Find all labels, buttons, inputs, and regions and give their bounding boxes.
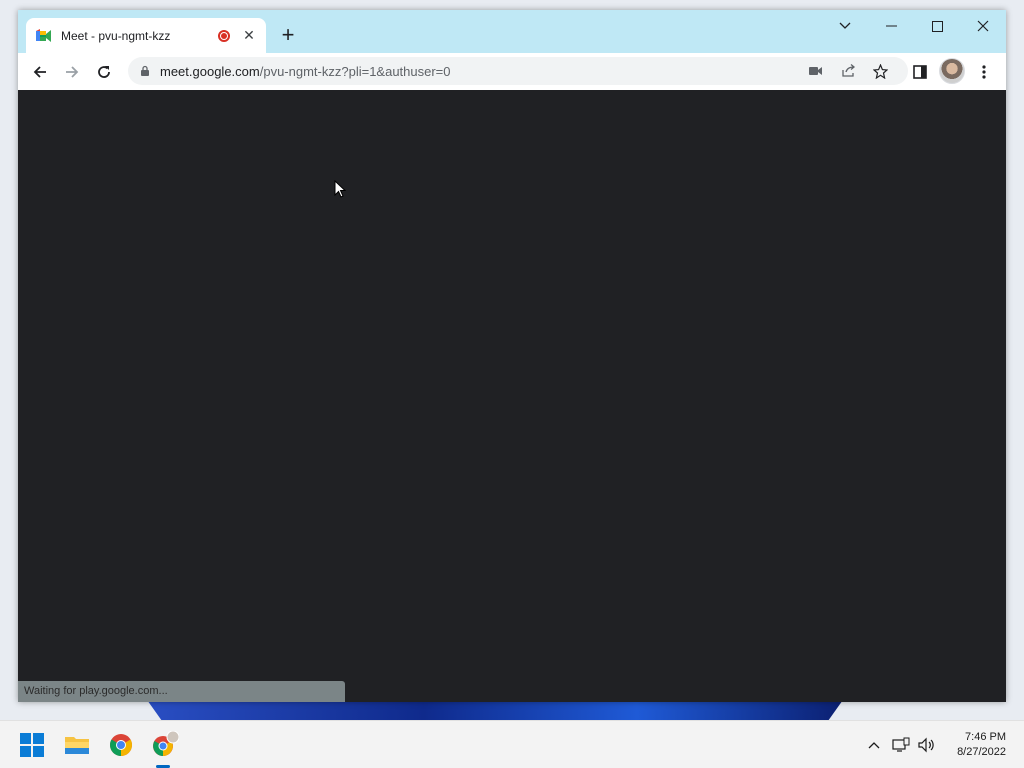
maximize-icon xyxy=(931,20,943,32)
share-icon[interactable] xyxy=(840,63,856,79)
title-bar: Meet - pvu-ngmt-kzz ✕ + xyxy=(18,10,1006,53)
arrow-left-icon xyxy=(33,66,46,78)
side-panel-button[interactable] xyxy=(907,59,933,85)
tab-title: Meet - pvu-ngmt-kzz xyxy=(61,28,171,43)
start-button[interactable] xyxy=(16,729,48,761)
recording-indicator-icon xyxy=(218,29,230,42)
camera-icon[interactable] xyxy=(808,63,824,79)
tab-search-button[interactable] xyxy=(830,16,860,36)
taskbar: 7:46 PM 8/27/2022 xyxy=(0,720,1024,768)
reload-icon xyxy=(98,66,110,78)
chrome-profile-taskbar-button[interactable] xyxy=(149,729,181,768)
side-panel-icon xyxy=(913,65,927,79)
page-content xyxy=(18,90,1006,702)
browser-window: Meet - pvu-ngmt-kzz ✕ + meet.google.com/… xyxy=(18,10,1006,702)
url-text: meet.google.com/pvu-ngmt-kzz?pli=1&authu… xyxy=(160,63,451,79)
browser-toolbar: meet.google.com/pvu-ngmt-kzz?pli=1&authu… xyxy=(18,53,1006,90)
chrome-profile-icon xyxy=(153,731,179,756)
minimize-button[interactable] xyxy=(876,16,906,36)
chrome-taskbar-button[interactable] xyxy=(105,729,137,761)
minimize-icon xyxy=(885,25,897,27)
maximize-button[interactable] xyxy=(922,16,952,36)
kebab-menu-icon xyxy=(982,65,986,79)
show-hidden-icons-button[interactable] xyxy=(864,735,884,755)
folder-icon xyxy=(65,737,89,754)
bookmark-star-icon[interactable] xyxy=(872,63,888,79)
arrow-right-icon xyxy=(66,66,79,78)
clock-date: 8/27/2022 xyxy=(957,746,1006,758)
status-bar: Waiting for play.google.com... xyxy=(18,681,345,702)
tab-close-icon[interactable]: ✕ xyxy=(242,27,256,44)
speaker-icon xyxy=(918,737,934,753)
back-button[interactable] xyxy=(27,59,53,85)
network-button[interactable] xyxy=(891,735,911,755)
profile-avatar[interactable] xyxy=(939,58,965,84)
volume-button[interactable] xyxy=(917,735,937,755)
reload-button[interactable] xyxy=(91,59,117,85)
tab-meet[interactable]: Meet - pvu-ngmt-kzz ✕ xyxy=(26,18,266,53)
new-tab-button[interactable]: + xyxy=(276,24,300,48)
close-icon xyxy=(977,20,989,32)
lock-icon xyxy=(141,65,149,76)
google-meet-icon xyxy=(36,28,52,43)
mouse-cursor-icon xyxy=(334,180,346,198)
file-explorer-button[interactable] xyxy=(61,729,93,761)
address-bar[interactable]: meet.google.com/pvu-ngmt-kzz?pli=1&authu… xyxy=(128,57,908,85)
network-icon xyxy=(892,737,910,752)
clock-time: 7:46 PM xyxy=(965,731,1006,743)
forward-button[interactable] xyxy=(59,59,85,85)
menu-button[interactable] xyxy=(971,59,997,85)
chrome-icon xyxy=(110,734,132,756)
chevron-up-icon xyxy=(868,742,880,749)
windows-logo-icon xyxy=(20,733,44,757)
close-window-button[interactable] xyxy=(968,16,998,36)
system-clock[interactable]: 7:46 PM 8/27/2022 xyxy=(957,730,1006,760)
chevron-down-icon xyxy=(839,22,851,29)
